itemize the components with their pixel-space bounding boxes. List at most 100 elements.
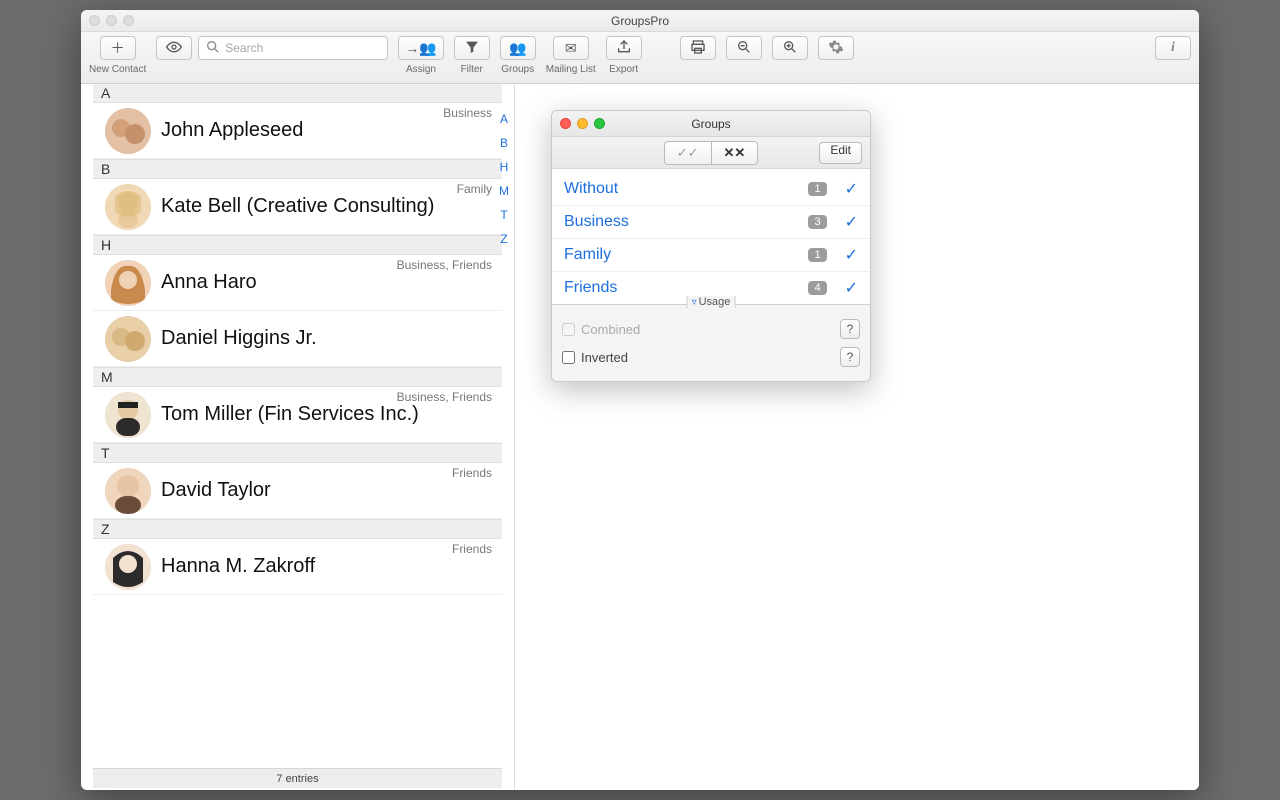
index-b[interactable]: B: [494, 136, 514, 150]
preview-search-group: Search: [156, 36, 388, 60]
index-a[interactable]: A: [494, 112, 514, 126]
eye-icon: [166, 39, 182, 58]
export-button[interactable]: [606, 36, 642, 60]
group-count: 4: [808, 281, 826, 295]
groups-button[interactable]: 👥: [500, 36, 536, 60]
mailing-list-group: ✉︎ Mailing List: [546, 36, 596, 75]
index-z[interactable]: Z: [494, 232, 514, 246]
assign-button[interactable]: →👥: [398, 36, 443, 60]
groups-group: 👥 Groups: [500, 36, 536, 75]
contact-tags: Friends: [452, 542, 492, 556]
group-row-family[interactable]: Family 1 ✓: [552, 239, 870, 272]
section-header-a: A: [93, 84, 502, 103]
new-contact-button[interactable]: ＋: [100, 36, 136, 60]
contact-name: Hanna M. Zakroff: [161, 555, 315, 578]
avatar: [105, 184, 151, 230]
filter-button[interactable]: [454, 36, 490, 60]
search-icon: [205, 39, 221, 58]
main-window: GroupsPro ＋ New Contact Search: [81, 10, 1199, 790]
contact-list: A John Appleseed Business B Kate Bell (C…: [81, 84, 514, 768]
select-toggle-segment: ✓✓ ✕✕: [664, 141, 759, 165]
assign-icon: →👥: [405, 40, 436, 57]
select-all-button[interactable]: ✓✓: [665, 142, 711, 164]
contact-row-tom[interactable]: Tom Miller (Fin Services Inc.) Business,…: [93, 387, 502, 443]
inverted-option-row: Inverted ?: [562, 343, 860, 371]
avatar: [105, 260, 151, 306]
inverted-checkbox[interactable]: [562, 351, 575, 364]
filter-group: Filter: [454, 36, 490, 75]
contact-list-pane: A John Appleseed Business B Kate Bell (C…: [81, 84, 515, 790]
usage-section-label: Usage: [687, 296, 736, 308]
group-count: 1: [808, 248, 826, 262]
settings-button[interactable]: [818, 36, 854, 60]
group-row-business[interactable]: Business 3 ✓: [552, 206, 870, 239]
contact-name: Anna Haro: [161, 271, 257, 294]
contact-tags: Business, Friends: [397, 258, 492, 272]
mailing-list-label: Mailing List: [546, 64, 596, 75]
combined-checkbox: [562, 323, 575, 336]
check-icon: ✓: [845, 179, 858, 199]
print-group: [680, 36, 716, 60]
group-count: 3: [808, 215, 826, 229]
index-t[interactable]: T: [494, 208, 514, 222]
combined-option-row: Combined ?: [562, 315, 860, 343]
search-input[interactable]: Search: [198, 36, 388, 60]
contact-tags: Friends: [452, 466, 492, 480]
alpha-index-rail: A B H M T Z: [494, 84, 514, 246]
zoom-in-button[interactable]: [772, 36, 808, 60]
contact-row-kate[interactable]: Kate Bell (Creative Consulting) Family: [93, 179, 502, 235]
section-header-h: H: [93, 235, 502, 255]
envelope-icon: ✉︎: [565, 40, 577, 57]
check-icon: ✓: [845, 212, 858, 232]
funnel-icon: [464, 39, 480, 58]
new-contact-group: ＋ New Contact: [89, 36, 146, 75]
content: A John Appleseed Business B Kate Bell (C…: [81, 84, 1199, 790]
usage-section: Usage Combined ? Inverted ?: [552, 304, 870, 381]
contact-name: Kate Bell (Creative Consulting): [161, 195, 434, 218]
avatar: [105, 468, 151, 514]
group-name: Without: [564, 180, 808, 198]
combined-help-button[interactable]: ?: [840, 319, 860, 339]
contact-tags: Business, Friends: [397, 390, 492, 404]
combined-label: Combined: [581, 322, 640, 337]
zoom-out-icon: [736, 39, 752, 58]
contact-row-anna[interactable]: Anna Haro Business, Friends: [93, 255, 502, 311]
groups-label: Groups: [501, 64, 534, 75]
info-button[interactable]: i: [1155, 36, 1191, 60]
group-name: Business: [564, 213, 808, 231]
info-icon: i: [1171, 40, 1175, 56]
assign-group: →👥 Assign: [398, 36, 443, 75]
zoom-out-group: [726, 36, 762, 60]
deselect-all-button[interactable]: ✕✕: [711, 142, 758, 164]
check-icon: ✓: [845, 245, 858, 265]
inverted-help-button[interactable]: ?: [840, 347, 860, 367]
people-icon: 👥: [509, 40, 526, 57]
groups-panel: Groups ✓✓ ✕✕ Edit: [551, 110, 871, 382]
contact-tags: Family: [457, 182, 492, 196]
contact-row-david[interactable]: David Taylor Friends: [93, 463, 502, 519]
check-icon: ✓: [845, 278, 858, 298]
section-header-z: Z: [93, 519, 502, 539]
groups-panel-title: Groups: [552, 117, 870, 131]
edit-button[interactable]: Edit: [819, 142, 862, 164]
avatar: [105, 316, 151, 362]
contact-row-hanna[interactable]: Hanna M. Zakroff Friends: [93, 539, 502, 595]
groups-panel-toolbar: ✓✓ ✕✕ Edit: [552, 137, 870, 169]
avatar: [105, 544, 151, 590]
index-h[interactable]: H: [494, 160, 514, 174]
gear-icon: [828, 39, 844, 58]
index-m[interactable]: M: [494, 184, 514, 198]
section-header-m: M: [93, 367, 502, 387]
contact-name: Daniel Higgins Jr.: [161, 327, 317, 350]
contact-row-john[interactable]: John Appleseed Business: [93, 103, 502, 159]
mailing-list-button[interactable]: ✉︎: [553, 36, 589, 60]
print-button[interactable]: [680, 36, 716, 60]
group-row-without[interactable]: Without 1 ✓: [552, 173, 870, 206]
preview-button[interactable]: [156, 36, 192, 60]
contact-tags: Business: [443, 106, 492, 120]
zoom-out-button[interactable]: [726, 36, 762, 60]
printer-icon: [690, 39, 706, 58]
contact-row-daniel[interactable]: Daniel Higgins Jr.: [93, 311, 502, 367]
zoom-in-group: [772, 36, 808, 60]
detail-pane: Groups ✓✓ ✕✕ Edit: [515, 84, 1199, 790]
